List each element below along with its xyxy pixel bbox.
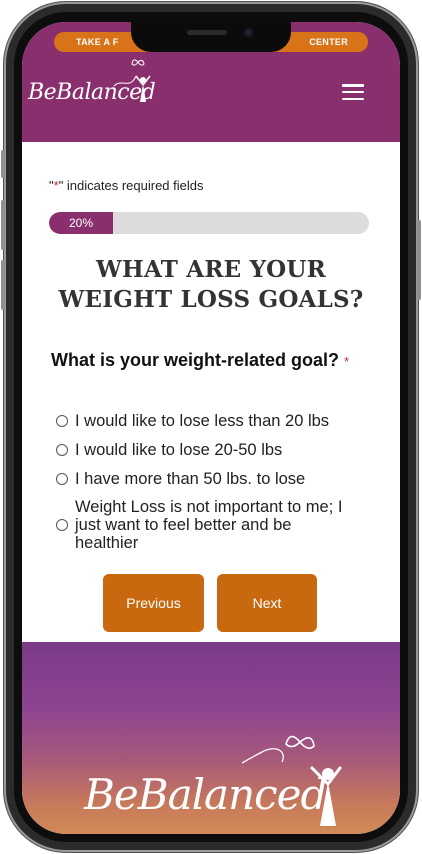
menu-icon[interactable] bbox=[342, 84, 364, 101]
phone-mute-switch bbox=[1, 150, 5, 178]
phone-screen: TAKE A F CENTER BeBalanced "*" indicates… bbox=[22, 22, 400, 834]
option-more-than-50[interactable]: I have more than 50 lbs. to lose bbox=[56, 470, 376, 488]
footer-logo-text: BeBalanced bbox=[84, 770, 327, 819]
radio-button[interactable] bbox=[56, 415, 68, 427]
phone-volume-up bbox=[1, 200, 5, 250]
speaker-grille bbox=[187, 30, 227, 35]
option-label: Weight Loss is not important to me; I ju… bbox=[75, 498, 343, 552]
option-label: I would like to lose less than 20 lbs bbox=[75, 412, 330, 430]
option-not-important[interactable]: Weight Loss is not important to me; I ju… bbox=[56, 498, 346, 552]
site-footer: BeBalanced bbox=[22, 642, 400, 834]
notch bbox=[131, 22, 291, 52]
page-title: WHAT ARE YOUR WEIGHT LOSS GOALS? bbox=[22, 255, 400, 315]
required-asterisk: * bbox=[53, 178, 59, 193]
logo-text: BeBalanced bbox=[28, 80, 156, 105]
title-line-1: WHAT ARE YOUR bbox=[96, 256, 326, 283]
title-line-2: WEIGHT LOSS GOALS? bbox=[58, 286, 364, 313]
question-text: What is your weight-related goal? bbox=[51, 350, 340, 370]
option-less-than-20[interactable]: I would like to lose less than 20 lbs bbox=[56, 412, 376, 430]
option-label: I have more than 50 lbs. to lose bbox=[75, 470, 306, 488]
next-button[interactable]: Next bbox=[217, 574, 317, 632]
required-note-text: indicates required fields bbox=[66, 178, 204, 193]
front-camera bbox=[243, 27, 254, 38]
required-fields-note: "*" indicates required fields bbox=[49, 178, 204, 193]
question-required-asterisk: * bbox=[344, 354, 350, 369]
progress-bar: 20% bbox=[49, 212, 369, 234]
radio-button[interactable] bbox=[56, 519, 68, 531]
radio-button[interactable] bbox=[56, 473, 68, 485]
option-20-to-50[interactable]: I would like to lose 20-50 lbs bbox=[56, 441, 376, 459]
phone-power-button bbox=[417, 220, 421, 300]
option-label: I would like to lose 20-50 lbs bbox=[75, 441, 283, 459]
question-label: What is your weight-related goal? * bbox=[51, 350, 349, 371]
form-panel: "*" indicates required fields 20% WHAT A… bbox=[22, 142, 400, 642]
phone-volume-down bbox=[1, 260, 5, 310]
progress-fill: 20% bbox=[49, 212, 113, 234]
previous-button[interactable]: Previous bbox=[103, 574, 204, 632]
radio-button[interactable] bbox=[56, 444, 68, 456]
